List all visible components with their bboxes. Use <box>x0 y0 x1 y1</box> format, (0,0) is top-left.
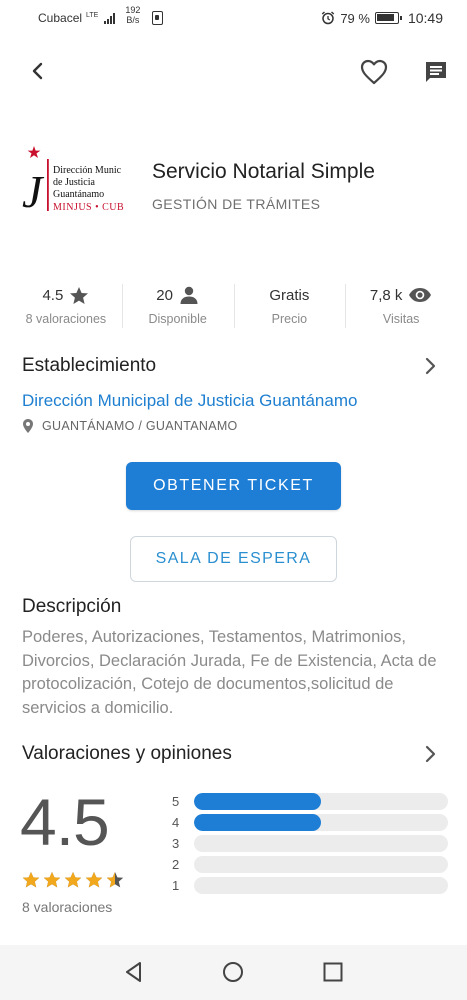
description-text: Poderes, Autorizaciones, Testamentos, Ma… <box>22 628 437 717</box>
network-type: LTE <box>86 11 99 19</box>
star-icon <box>70 286 89 304</box>
status-bar-left: Cubacel LTE 192 B/s <box>38 5 164 25</box>
stat-available-label: Disponible <box>148 312 207 326</box>
rating-star-icon <box>22 872 40 888</box>
stat-available: 20 Disponible <box>121 282 234 332</box>
stat-visits-label: Visitas <box>382 312 420 326</box>
svg-text:MINJUS • CUB: MINJUS • CUB <box>53 202 124 213</box>
nav-recents-icon[interactable] <box>322 961 344 983</box>
svg-text:de Justicia: de Justicia <box>53 177 95 188</box>
rating-bar-track <box>194 835 448 852</box>
speed-value: 192 <box>125 5 141 15</box>
get-ticket-button[interactable]: OBTENER TICKET <box>126 462 341 510</box>
favorite-button[interactable] <box>358 56 390 88</box>
service-title: Servicio Notarial Simple <box>152 160 375 183</box>
stat-visits: 7,8 k Visitas <box>345 282 457 332</box>
establishment-chevron-right-icon[interactable] <box>423 356 437 376</box>
status-bar: Cubacel LTE 192 B/s 79 % 10:49 <box>0 0 467 36</box>
alarm-icon <box>322 11 335 25</box>
back-button[interactable] <box>22 56 52 86</box>
stat-price: Gratis Precio <box>233 282 346 332</box>
rating-bar-row: 5 <box>172 791 448 812</box>
network-speed: 192 B/s <box>125 5 140 25</box>
rating-bar-track <box>194 814 448 831</box>
rating-bar-label: 5 <box>172 794 180 809</box>
rating-distribution: 5 4 3 2 1 <box>172 791 448 896</box>
stat-visits-value: 7,8 k <box>369 286 403 304</box>
rating-bar-row: 3 <box>172 833 448 854</box>
rating-bar-fill <box>194 814 321 831</box>
establishment-title: Establecimiento <box>22 355 157 376</box>
rating-star-icon <box>43 872 61 888</box>
establishment-link[interactable]: Dirección Municipal de Justicia Guantána… <box>22 391 357 411</box>
chevron-left-icon <box>32 62 43 80</box>
rating-bar-row: 4 <box>172 812 448 833</box>
rating-bar-fill <box>194 793 321 810</box>
rating-stars <box>22 871 124 889</box>
svg-text:J: J <box>22 166 45 215</box>
battery-icon <box>374 12 402 24</box>
stat-price-value: Gratis <box>269 286 310 304</box>
establishment-location: GUANTÁNAMO / GUANTANAMO <box>22 418 238 434</box>
location-pin-icon <box>23 419 33 433</box>
stat-rating-label: 8 valoraciones <box>25 312 107 326</box>
system-nav-bar <box>0 945 467 1000</box>
rating-star-icon <box>106 872 124 888</box>
rating-bar-label: 1 <box>172 878 180 893</box>
speed-unit: B/s <box>126 15 140 25</box>
rating-star-icon <box>64 872 82 888</box>
location-text: GUANTÁNAMO / GUANTANAMO <box>42 419 238 433</box>
sim-icon <box>152 11 164 25</box>
carrier-name: Cubacel <box>38 11 83 25</box>
rating-bar-row: 2 <box>172 854 448 875</box>
status-bar-right: 79 % 10:49 <box>321 10 443 26</box>
nav-back-icon[interactable] <box>123 961 145 983</box>
rating-bar-track <box>194 856 448 873</box>
eye-icon <box>409 288 432 302</box>
stat-rating-value: 4.5 <box>42 286 64 304</box>
rating-bar-label: 3 <box>172 836 180 851</box>
service-category: GESTIÓN DE TRÁMITES <box>152 196 321 212</box>
rating-bar-track <box>194 793 448 810</box>
stat-available-value: 20 <box>156 286 173 304</box>
rating-bar-track <box>194 877 448 894</box>
institution-logo: J Dirección Munic de Justicia Guantánamo… <box>22 143 134 215</box>
rating-bar-label: 2 <box>172 857 180 872</box>
battery-percent: 79 % <box>340 10 370 26</box>
comments-button[interactable] <box>420 56 452 88</box>
stats-row: 4.5 8 valoraciones 20 Disponible Gratis … <box>10 282 457 332</box>
signal-icon <box>104 12 116 24</box>
rating-count: 8 valoraciones <box>22 899 113 915</box>
nav-home-icon[interactable] <box>222 961 244 983</box>
rating-bar-row: 1 <box>172 875 448 896</box>
description-title: Descripción <box>22 596 122 617</box>
waiting-room-button[interactable]: SALA DE ESPERA <box>130 536 337 582</box>
comment-icon <box>426 62 446 82</box>
stat-rating: 4.5 8 valoraciones <box>10 282 122 332</box>
ratings-title: Valoraciones y opiniones <box>22 743 232 764</box>
svg-text:Dirección Munic: Dirección Munic <box>53 165 122 176</box>
person-icon <box>180 286 198 304</box>
average-rating: 4.5 <box>20 785 110 859</box>
svg-text:Guantánamo: Guantánamo <box>53 189 104 200</box>
rating-bar-label: 4 <box>172 815 180 830</box>
ratings-chevron-right-icon[interactable] <box>423 744 437 764</box>
stat-price-label: Precio <box>271 312 308 326</box>
heart-icon <box>360 59 388 85</box>
clock: 10:49 <box>407 10 443 26</box>
rating-star-icon <box>85 872 103 888</box>
